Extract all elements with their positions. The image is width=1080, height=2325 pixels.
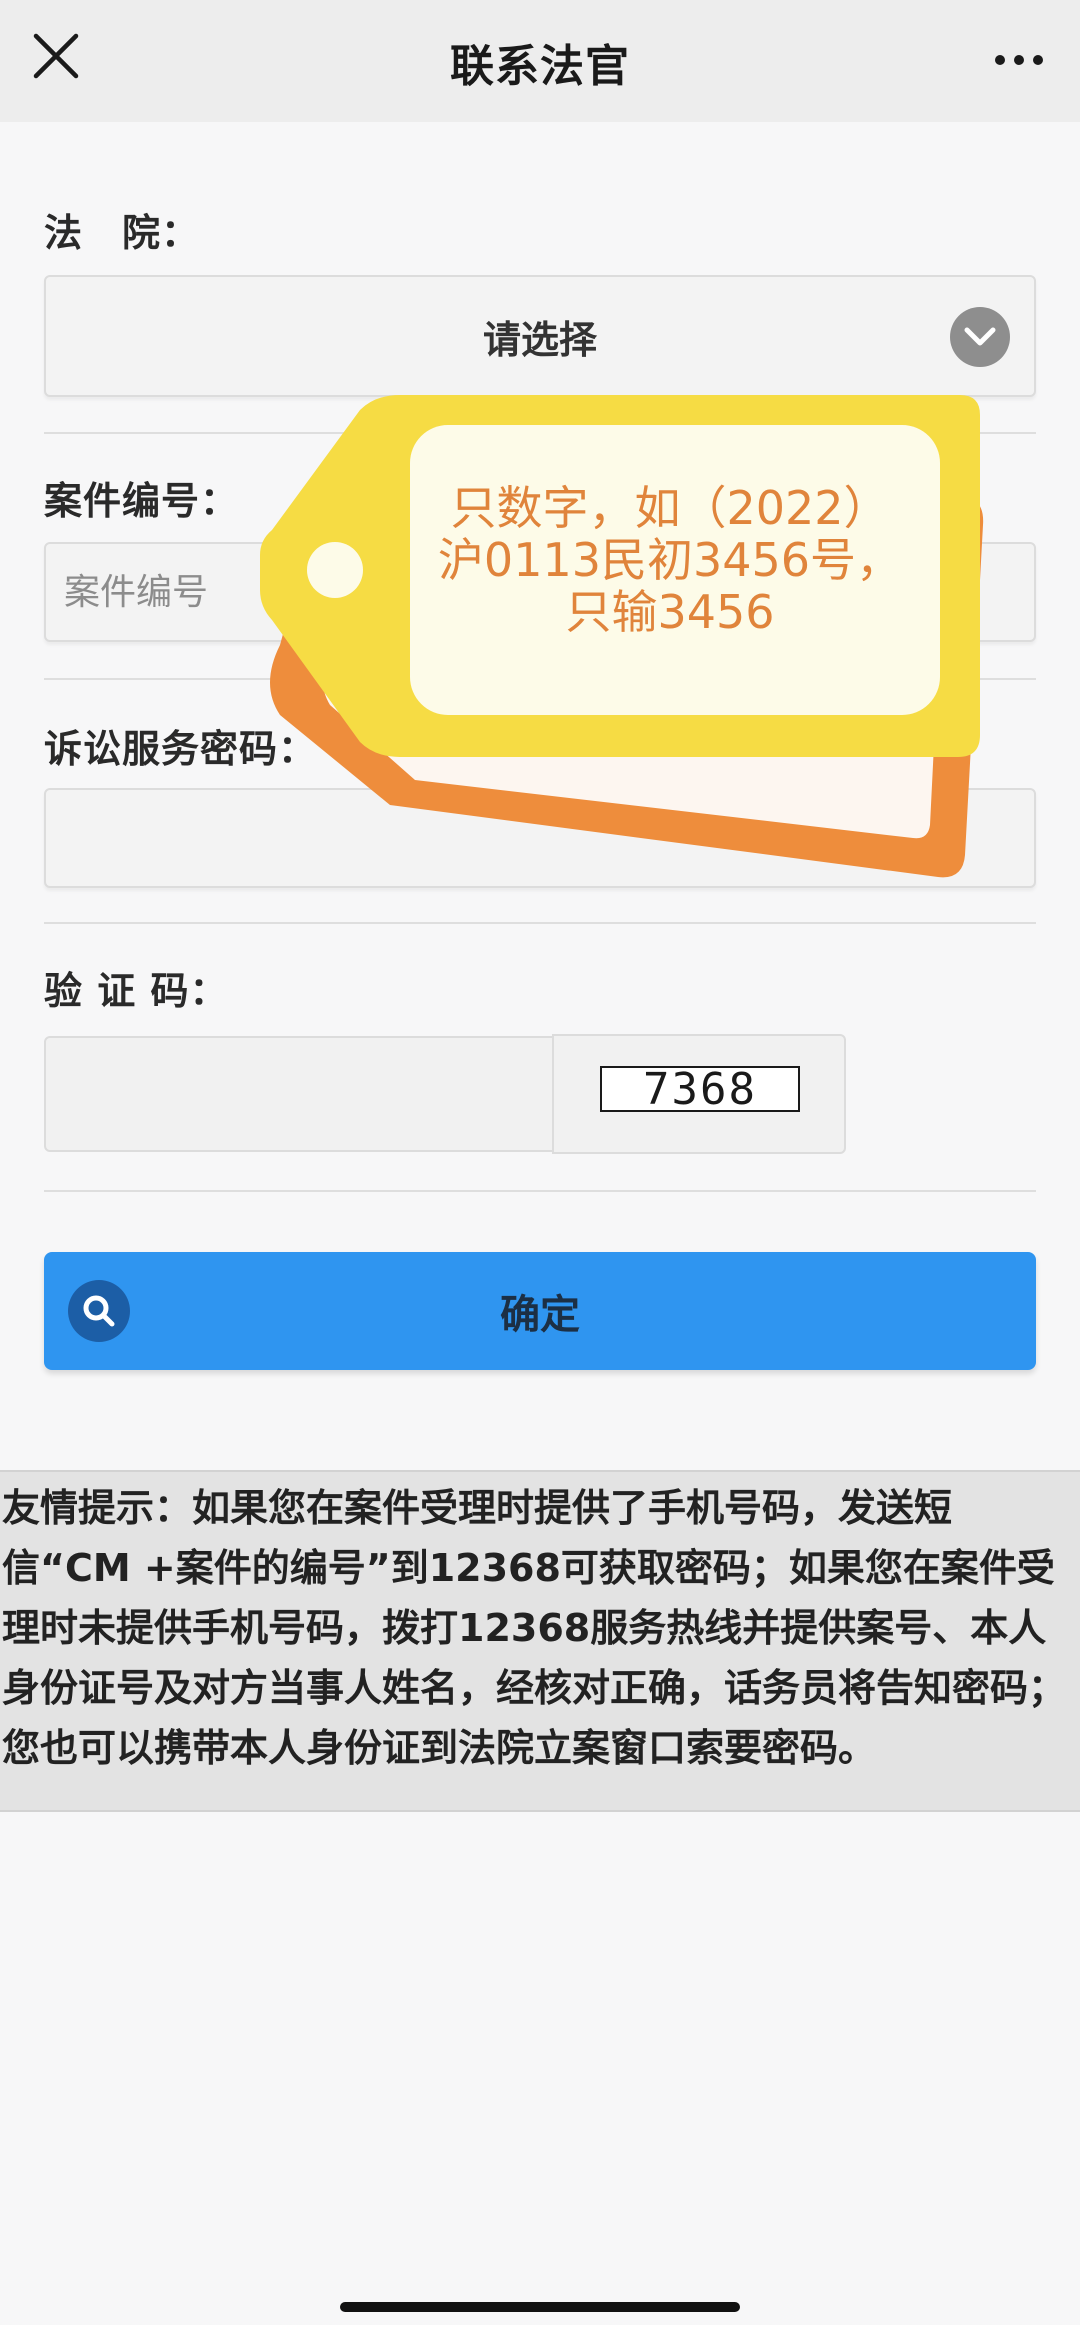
divider xyxy=(44,1190,1036,1192)
tag-note-line: 沪0113民初3456号， xyxy=(437,533,903,587)
captcha-label: 验 证 码： xyxy=(44,969,229,1013)
home-indicator[interactable] xyxy=(340,2302,740,2312)
captcha-image-button[interactable]: 7368 xyxy=(552,1034,846,1154)
captcha-input[interactable] xyxy=(46,1038,552,1150)
tip-text: 友情提示：如果您在案件受理时提供了手机号码，发送短信“CM +案件的编号”到12… xyxy=(0,1470,1080,1812)
court-label: 法 院： xyxy=(44,211,201,255)
page-title: 联系法官 xyxy=(450,41,630,92)
captcha-image[interactable]: 7368 xyxy=(600,1066,800,1112)
chevron-down-icon xyxy=(950,307,1010,367)
more-dot-icon xyxy=(1014,55,1024,65)
confirm-button[interactable]: 确定 xyxy=(44,1252,1036,1370)
tag-note: 只数字，如（2022） 沪0113民初3456号， 只输3456 xyxy=(410,482,930,638)
more-dot-icon xyxy=(1033,55,1043,65)
more-dot-icon xyxy=(995,55,1005,65)
captcha-code: 7368 xyxy=(643,1066,757,1112)
tag-note-line: 只输3456 xyxy=(565,585,775,639)
tag-note-line: 只数字，如（2022） xyxy=(450,481,890,535)
divider xyxy=(44,922,1036,924)
more-options-button[interactable] xyxy=(984,30,1054,90)
nav-bar: 联系法官 xyxy=(0,0,1080,122)
court-select[interactable]: 请选择 xyxy=(44,275,1036,397)
court-select-value: 请选择 xyxy=(482,317,597,362)
case-number-label: 案件编号： xyxy=(44,479,240,523)
confirm-label: 确定 xyxy=(500,1292,580,1338)
captcha-field[interactable] xyxy=(44,1036,554,1152)
